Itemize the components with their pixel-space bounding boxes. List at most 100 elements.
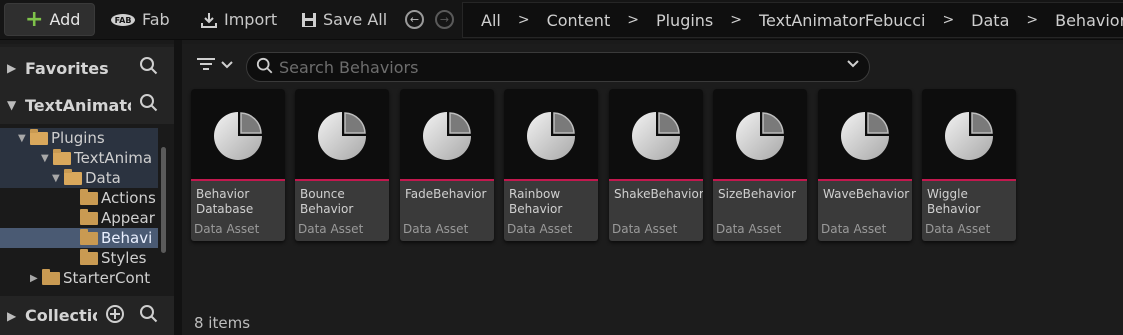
chevron-down-icon[interactable]: ▼ bbox=[18, 133, 30, 144]
asset-name: Behavior Database bbox=[196, 187, 254, 216]
search-icon[interactable] bbox=[139, 304, 159, 329]
asset-view: Search Behaviors Behavior Database Data A… bbox=[182, 44, 1123, 335]
chevron-right-icon[interactable]: ▶ bbox=[7, 309, 16, 323]
asset-type-bar bbox=[295, 179, 389, 181]
add-collection-icon[interactable] bbox=[105, 304, 125, 329]
asset-name: SizeBehavior bbox=[718, 187, 796, 201]
tree-item-label: Styles bbox=[101, 249, 147, 267]
asset-type-bar bbox=[922, 179, 1016, 181]
add-button[interactable]: + Add bbox=[4, 3, 95, 36]
save-all-label: Save All bbox=[323, 10, 388, 29]
chevron-right-icon[interactable]: ▶ bbox=[30, 273, 42, 284]
back-button[interactable]: ← bbox=[405, 10, 424, 29]
add-label: Add bbox=[49, 10, 81, 29]
search-input[interactable]: Search Behaviors bbox=[279, 58, 418, 77]
import-button[interactable]: Import bbox=[200, 3, 277, 36]
project-title: TextAnimator bbox=[25, 95, 131, 115]
import-icon bbox=[201, 12, 217, 28]
asset-type-bar bbox=[713, 179, 807, 181]
asset-type: Data Asset bbox=[821, 222, 887, 236]
asset-type-bar bbox=[191, 179, 285, 181]
asset-tile[interactable]: Rainbow Behavior Data Asset bbox=[504, 89, 598, 241]
asset-tile[interactable]: Behavior Database Data Asset bbox=[191, 89, 285, 241]
chevron-down-icon[interactable]: ▼ bbox=[41, 153, 53, 164]
asset-type: Data Asset bbox=[194, 222, 260, 236]
tree-item-label: StarterCont bbox=[63, 269, 151, 287]
filter-button[interactable] bbox=[196, 56, 234, 79]
chevron-right-icon[interactable]: ▶ bbox=[7, 61, 16, 75]
folder-icon bbox=[42, 268, 60, 285]
search-icon[interactable] bbox=[139, 56, 159, 81]
chevron-down-icon[interactable]: ▼ bbox=[52, 173, 64, 184]
asset-name: ShakeBehavior bbox=[614, 187, 703, 201]
asset-tile[interactable]: Bounce Behavior Data Asset bbox=[295, 89, 389, 241]
breadcrumb-all[interactable]: All bbox=[481, 11, 501, 30]
asset-thumbnail bbox=[609, 89, 703, 179]
asset-thumbnail bbox=[713, 89, 807, 179]
data-asset-icon bbox=[423, 112, 471, 160]
fab-icon: FAB bbox=[111, 13, 135, 26]
chevron-right-icon[interactable]: > bbox=[730, 12, 742, 28]
asset-tile[interactable]: Wiggle Behavior Data Asset bbox=[922, 89, 1016, 241]
search-icon bbox=[256, 57, 274, 79]
folder-tree: ▼ Plugins ▼ TextAnima ▼ Data Actions Appear… bbox=[0, 124, 174, 296]
folder-open-icon bbox=[30, 128, 48, 145]
tree-item-actions[interactable]: Actions bbox=[0, 188, 158, 208]
asset-thumbnail bbox=[818, 89, 912, 179]
chevron-right-icon[interactable]: > bbox=[518, 12, 530, 28]
tree-item-label: Actions bbox=[101, 189, 156, 207]
asset-thumbnail bbox=[504, 89, 598, 179]
asset-type: Data Asset bbox=[925, 222, 991, 236]
save-icon bbox=[302, 12, 316, 27]
favorites-header[interactable]: ▶ Favorites bbox=[0, 47, 174, 89]
asset-name: FadeBehavior bbox=[405, 187, 487, 201]
breadcrumb-content[interactable]: Content bbox=[547, 11, 611, 30]
chevron-down-icon[interactable]: ▼ bbox=[7, 98, 16, 112]
breadcrumb-textanimator[interactable]: TextAnimatorFebucci bbox=[759, 11, 925, 30]
asset-tile[interactable]: SizeBehavior Data Asset bbox=[713, 89, 807, 241]
search-icon[interactable] bbox=[139, 93, 159, 118]
asset-thumbnail bbox=[922, 89, 1016, 179]
asset-thumbnail bbox=[295, 89, 389, 179]
fab-button[interactable]: FAB Fab bbox=[110, 3, 170, 36]
tree-item-plugins[interactable]: ▼ Plugins bbox=[0, 128, 158, 148]
tree-item-data[interactable]: ▼ Data bbox=[0, 168, 158, 188]
tree-item-styles[interactable]: Styles bbox=[0, 248, 158, 268]
panel-splitter[interactable] bbox=[174, 40, 182, 335]
chevron-right-icon[interactable]: > bbox=[942, 12, 954, 28]
breadcrumb: All > Content > Plugins > TextAnimatorFe… bbox=[462, 2, 1123, 38]
folder-icon bbox=[80, 208, 98, 225]
folder-open-icon bbox=[53, 148, 71, 165]
fab-label: Fab bbox=[142, 10, 170, 29]
toolbar: + Add FAB Fab Import Save All ← → All > … bbox=[0, 0, 1123, 40]
tree-item-behaviors[interactable]: Behavi bbox=[0, 228, 158, 248]
tree-item-appear[interactable]: Appear bbox=[0, 208, 158, 228]
project-header[interactable]: ▼ TextAnimator bbox=[0, 86, 174, 124]
data-asset-icon bbox=[527, 112, 575, 160]
collections-header[interactable]: ▶ Collectio bbox=[0, 296, 174, 335]
save-all-button[interactable]: Save All bbox=[301, 3, 387, 36]
asset-thumbnail bbox=[400, 89, 494, 179]
chevron-down-icon[interactable] bbox=[846, 57, 860, 75]
forward-button[interactable]: → bbox=[435, 10, 454, 29]
asset-type: Data Asset bbox=[403, 222, 469, 236]
svg-text:FAB: FAB bbox=[115, 16, 132, 25]
breadcrumb-plugins[interactable]: Plugins bbox=[656, 11, 713, 30]
chevron-right-icon[interactable]: > bbox=[627, 12, 639, 28]
data-asset-icon bbox=[214, 112, 262, 160]
favorites-title: Favorites bbox=[25, 58, 109, 78]
breadcrumb-behaviors[interactable]: Behaviors bbox=[1055, 11, 1123, 30]
chevron-right-icon[interactable]: > bbox=[1026, 12, 1038, 28]
breadcrumb-data[interactable]: Data bbox=[971, 11, 1009, 30]
asset-tile[interactable]: FadeBehavior Data Asset bbox=[400, 89, 494, 241]
asset-tile[interactable]: ShakeBehavior Data Asset bbox=[609, 89, 703, 241]
tree-item-textanimator[interactable]: ▼ TextAnima bbox=[0, 148, 158, 168]
tree-item-label: TextAnima bbox=[74, 149, 153, 167]
asset-type-bar bbox=[818, 179, 912, 181]
search-bar[interactable]: Search Behaviors bbox=[246, 52, 870, 82]
tree-item-startercontent[interactable]: ▶ StarterCont bbox=[0, 268, 158, 288]
asset-tile[interactable]: WaveBehavior Data Asset bbox=[818, 89, 912, 241]
tree-scrollbar[interactable] bbox=[161, 147, 166, 253]
import-label: Import bbox=[224, 10, 278, 29]
data-asset-icon bbox=[841, 112, 889, 160]
